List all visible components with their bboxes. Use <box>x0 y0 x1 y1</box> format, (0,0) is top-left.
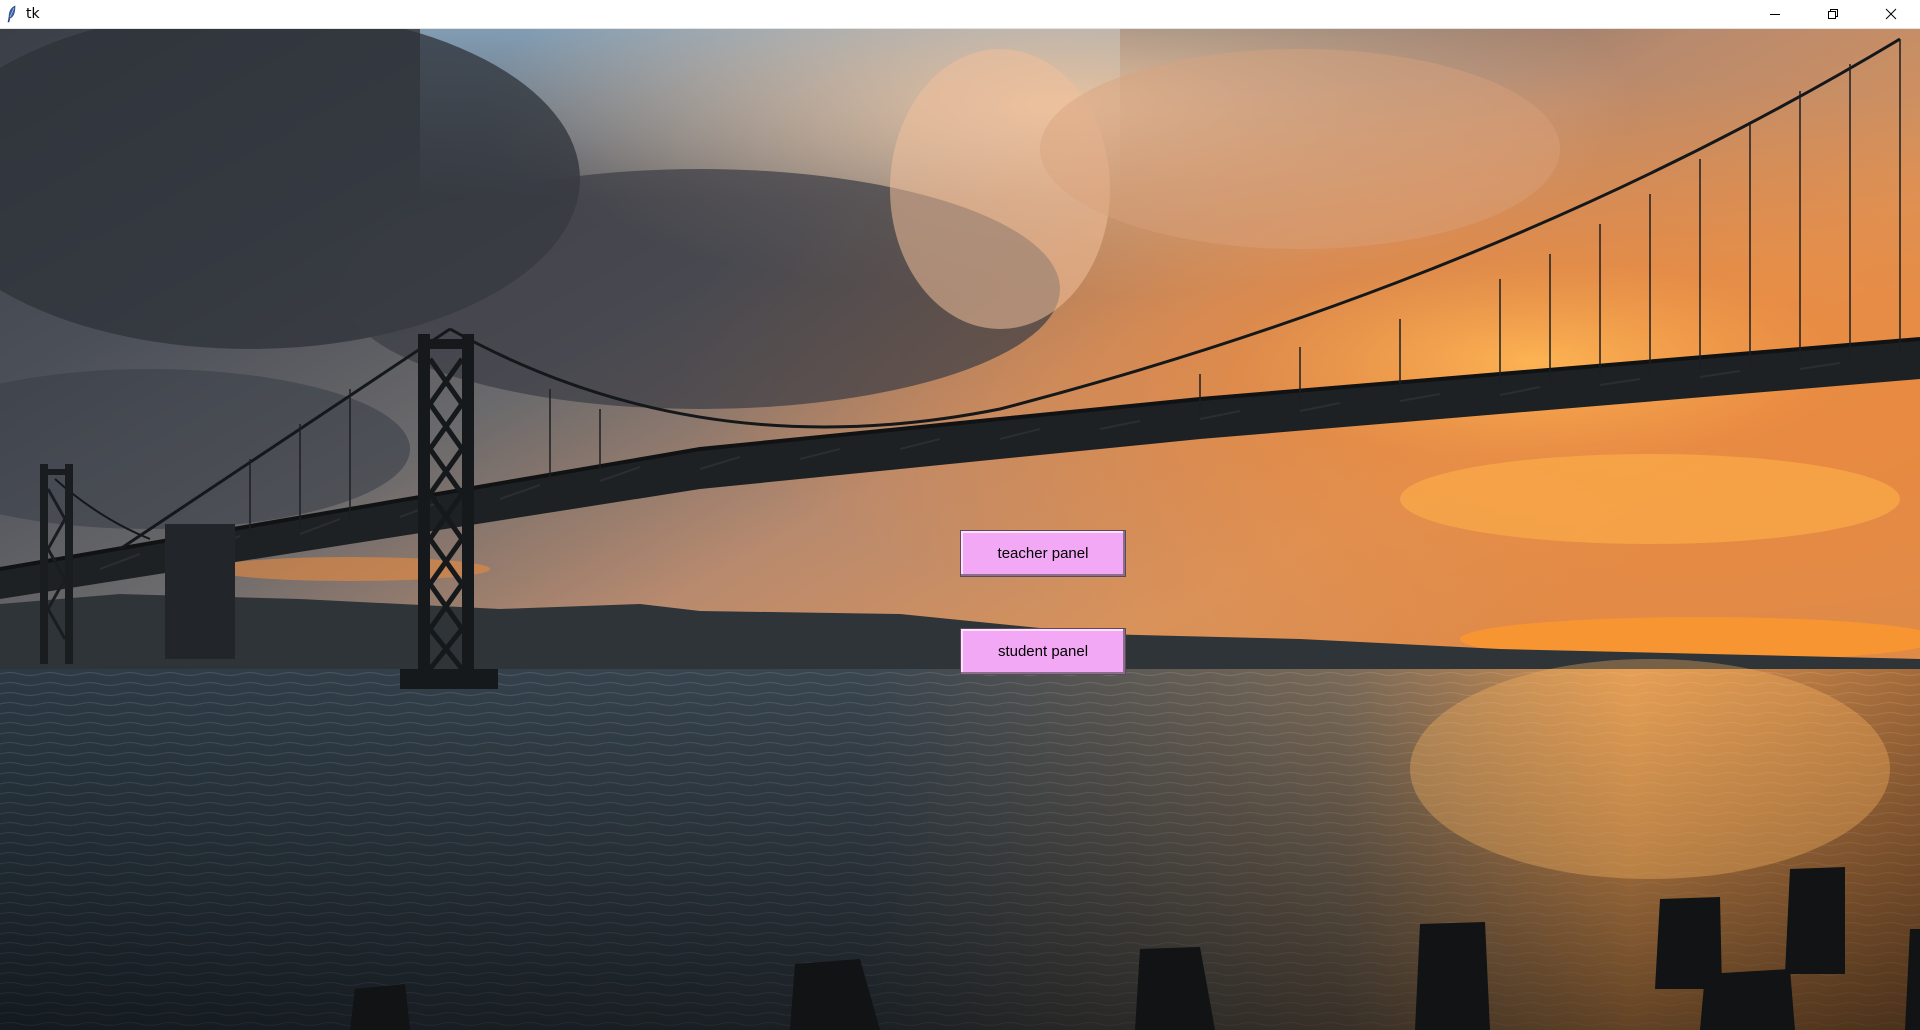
feather-icon <box>0 0 24 29</box>
window-title: tk <box>26 6 40 22</box>
background-canvas: teacher panel student panel <box>0 29 1920 1030</box>
minimize-button[interactable] <box>1746 0 1804 29</box>
title-bar[interactable]: tk <box>0 0 1920 29</box>
window-controls <box>1746 0 1920 29</box>
restore-icon <box>1827 5 1839 24</box>
app-window: tk teacher panel student panel <box>0 0 1920 1030</box>
student-panel-button[interactable]: student panel <box>960 628 1126 675</box>
restore-button[interactable] <box>1804 0 1862 29</box>
close-icon <box>1885 5 1897 24</box>
teacher-panel-button[interactable]: teacher panel <box>960 530 1126 577</box>
minimize-icon <box>1769 5 1781 24</box>
close-button[interactable] <box>1862 0 1920 29</box>
